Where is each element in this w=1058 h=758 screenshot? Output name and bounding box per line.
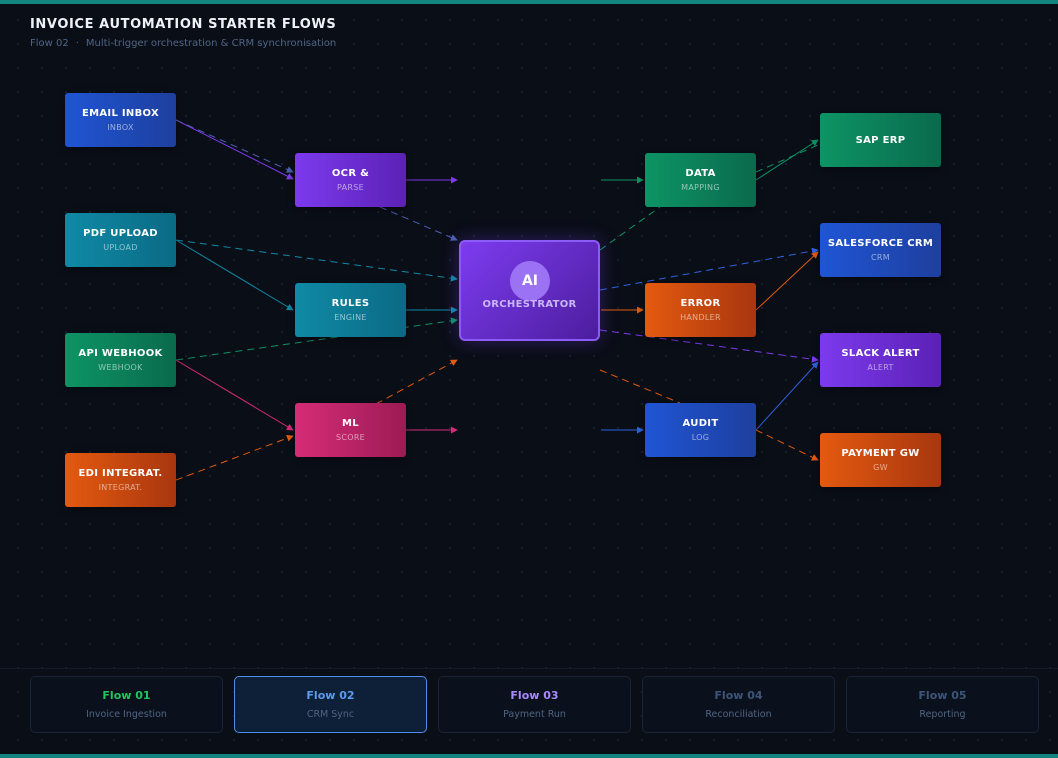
tab-flow-05[interactable]: Flow 05 Reporting <box>846 676 1039 733</box>
node-sublabel: SCORE <box>335 433 366 442</box>
node-sublabel: ALERT <box>867 363 894 372</box>
node-edi-integrat[interactable]: EDI INTEGRAT. INTEGRAT. <box>65 453 176 507</box>
node-sublabel: UPLOAD <box>103 243 138 252</box>
edge-orchestrator-data-dashed <box>599 206 661 251</box>
edge-orchestrator-audit-dashed <box>599 369 681 404</box>
tab-sublabel: Payment Run <box>503 709 566 720</box>
edge-audit-slack <box>755 361 819 431</box>
bottom-accent-bar <box>0 754 1058 758</box>
node-label: SALESFORCE CRM <box>827 238 934 249</box>
edge-ml-orchestrator-dashed <box>375 359 458 405</box>
node-label: ML <box>342 418 359 429</box>
edge-ocr-orchestrator-dashed <box>379 206 458 241</box>
node-label: RULES <box>331 298 370 309</box>
node-label: EDI INTEGRAT. <box>78 468 163 479</box>
footer-divider <box>0 668 1058 669</box>
node-ai-orchestrator[interactable]: AI ORCHESTRATOR <box>459 240 600 341</box>
tab-label: Flow 05 <box>918 689 967 702</box>
node-label: API WEBHOOK <box>78 348 163 359</box>
node-sublabel: MAPPING <box>681 183 720 192</box>
tab-label: Flow 03 <box>510 689 559 702</box>
node-label: AUDIT <box>682 418 719 429</box>
node-label: ERROR <box>680 298 721 309</box>
node-rules-engine[interactable]: RULES ENGINE <box>295 283 406 337</box>
node-sublabel: PARSE <box>337 183 364 192</box>
edge-edi-ml <box>175 434 294 481</box>
node-pdf-upload[interactable]: PDF UPLOAD UPLOAD <box>65 213 176 267</box>
node-label: SLACK ALERT <box>841 348 920 359</box>
node-ml-score[interactable]: ML SCORE <box>295 403 406 457</box>
node-sap-erp[interactable]: SAP ERP <box>820 113 941 167</box>
node-data-mapping[interactable]: DATA MAPPING <box>645 153 756 207</box>
edge-data-sap <box>755 139 819 181</box>
tab-flow-01[interactable]: Flow 01 Invoice Ingestion <box>30 676 223 733</box>
edge-email-ocr <box>175 119 294 180</box>
edge-pdf-rules <box>175 239 294 311</box>
node-ocr-parse[interactable]: OCR & PARSE <box>295 153 406 207</box>
flow-tabs: Flow 01 Invoice Ingestion Flow 02 CRM Sy… <box>30 676 1039 733</box>
orchestrator-label: ORCHESTRATOR <box>482 299 577 310</box>
edge-pdf-orchestrator <box>175 239 458 282</box>
ai-badge-icon: AI <box>510 261 550 301</box>
tab-sublabel: Invoice Ingestion <box>86 709 167 720</box>
edge-email-ocr-dashed <box>175 119 294 173</box>
tab-flow-04[interactable]: Flow 04 Reconciliation <box>642 676 835 733</box>
tab-sublabel: Reconciliation <box>705 709 772 720</box>
node-sublabel: INBOX <box>107 123 134 132</box>
node-label: EMAIL INBOX <box>82 108 159 119</box>
node-error-handler[interactable]: ERROR HANDLER <box>645 283 756 337</box>
node-sublabel: ENGINE <box>334 313 367 322</box>
edge-api-ml <box>175 359 294 431</box>
node-sublabel: CRM <box>871 253 890 262</box>
tab-label: Flow 04 <box>714 689 763 702</box>
node-sublabel: GW <box>873 463 888 472</box>
node-label: PAYMENT GW <box>841 448 920 459</box>
node-api-webhook[interactable]: API WEBHOOK WEBHOOK <box>65 333 176 387</box>
tab-flow-03[interactable]: Flow 03 Payment Run <box>438 676 631 733</box>
node-label: DATA <box>685 168 716 179</box>
node-sublabel: LOG <box>691 433 710 442</box>
node-label: PDF UPLOAD <box>83 228 158 239</box>
node-slack-alert[interactable]: SLACK ALERT ALERT <box>820 333 941 387</box>
node-email-inbox[interactable]: EMAIL INBOX INBOX <box>65 93 176 147</box>
edge-data-sap-dashed <box>755 144 819 173</box>
node-sublabel: WEBHOOK <box>98 363 143 372</box>
edge-audit-payment <box>755 429 819 461</box>
node-sublabel: HANDLER <box>680 313 721 322</box>
node-label: OCR & <box>331 168 370 179</box>
tab-sublabel: CRM Sync <box>306 709 355 720</box>
tab-label: Flow 01 <box>102 689 151 702</box>
node-label: SAP ERP <box>855 134 906 146</box>
node-payment-gw[interactable]: PAYMENT GW GW <box>820 433 941 487</box>
tab-label: Flow 02 <box>306 689 355 702</box>
tab-sublabel: Reporting <box>919 709 966 720</box>
node-salesforce-crm[interactable]: SALESFORCE CRM CRM <box>820 223 941 277</box>
tab-flow-02[interactable]: Flow 02 CRM Sync <box>234 676 427 733</box>
node-audit-log[interactable]: AUDIT LOG <box>645 403 756 457</box>
node-sublabel: INTEGRAT. <box>98 483 143 492</box>
edge-error-salesforce <box>755 251 819 311</box>
